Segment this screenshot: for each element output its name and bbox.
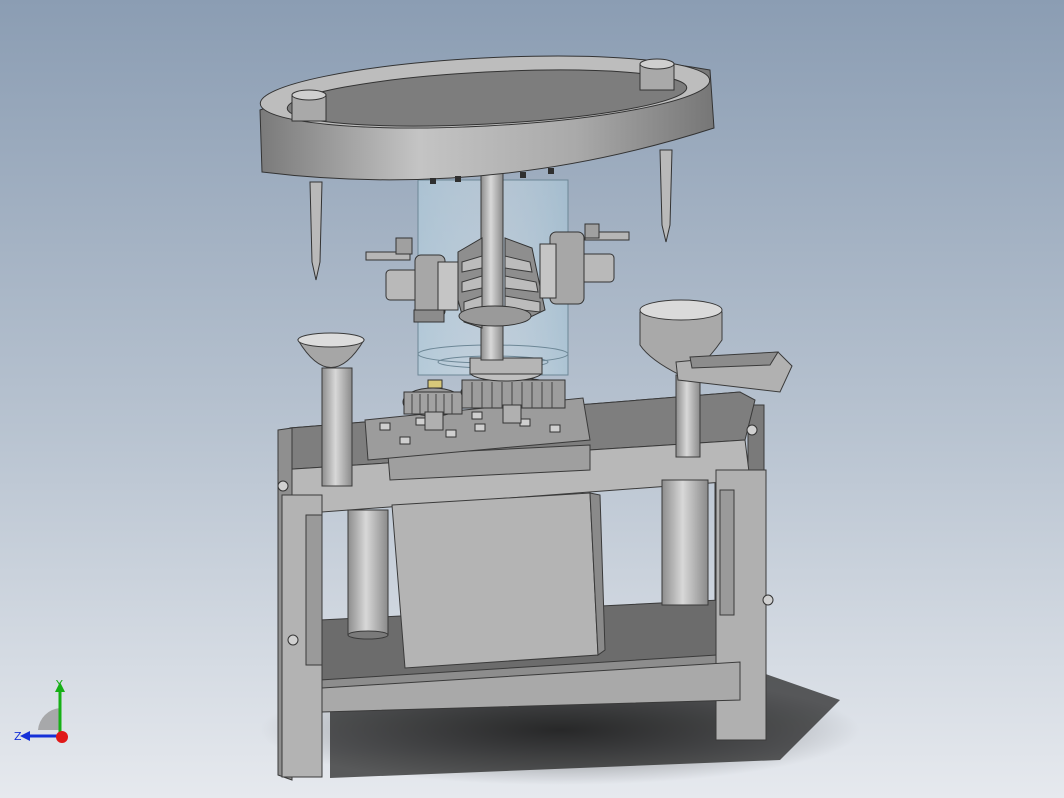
x-axis-origin	[56, 731, 68, 743]
top-ring[interactable]	[259, 46, 715, 184]
z-axis-label: Z	[14, 730, 22, 743]
right-clamp-assembly[interactable]	[539, 223, 630, 305]
cad-viewport[interactable]: Y Z	[0, 0, 1064, 798]
cad-model[interactable]	[0, 0, 1064, 798]
triad-plane	[38, 708, 60, 730]
y-axis-label: Y	[55, 678, 63, 691]
central-shaft[interactable]	[480, 169, 504, 361]
coordinate-triad: Y Z	[14, 678, 68, 743]
